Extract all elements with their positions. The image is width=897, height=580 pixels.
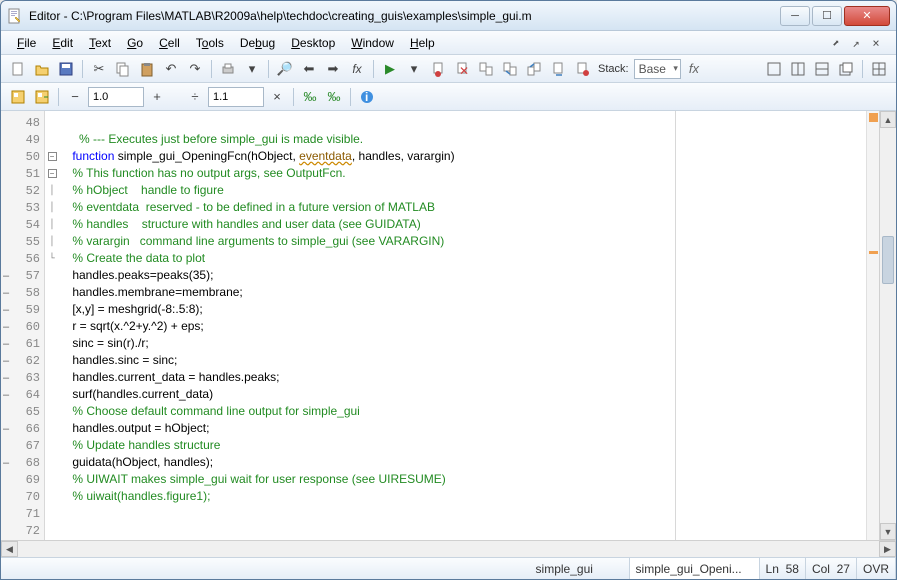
scroll-down-button[interactable]: ▼ [880,523,896,540]
scroll-left-button[interactable]: ◀ [1,541,18,557]
status-line: Ln 58 [760,558,806,579]
menu-desktop[interactable]: Desktop [283,33,343,53]
cut-button[interactable]: ✂ [88,58,110,80]
open-file-button[interactable] [31,58,53,80]
analyzer-marker[interactable] [869,251,878,254]
layout-single-icon[interactable] [763,58,785,80]
menu-tools[interactable]: Tools [188,33,232,53]
cell-eval-button[interactable] [7,86,29,108]
analyzer-summary-icon[interactable] [869,113,878,122]
layout-float-icon[interactable] [835,58,857,80]
status-col: Col 27 [806,558,857,579]
menu-edit[interactable]: Edit [44,33,81,53]
menu-window[interactable]: Window [343,33,402,53]
menu-go[interactable]: Go [119,33,151,53]
statusbar: simple_gui simple_gui_Openi... Ln 58 Col… [1,557,896,579]
run-dropdown[interactable]: ▾ [403,58,425,80]
cell-insert-button[interactable]: ‰ [299,86,321,108]
new-file-button[interactable] [7,58,29,80]
dock-icon[interactable]: ⬈ [828,36,844,50]
close-panel-icon[interactable]: × [868,36,884,50]
menu-debug[interactable]: Debug [232,33,283,53]
svg-text:i: i [365,90,368,104]
continue-button[interactable] [547,58,569,80]
right-margin-ruler [675,111,676,540]
line-number-gutter[interactable]: 48495051525354555657–58–59–60–61–62–63–6… [1,111,45,540]
app-icon [7,8,23,24]
layout-grid-icon[interactable] [868,58,890,80]
undock-icon[interactable]: ↗ [848,36,864,50]
redo-button[interactable]: ↷ [184,58,206,80]
print-dropdown[interactable]: ▾ [241,58,263,80]
stack-combo[interactable]: Base [634,59,681,79]
status-tab-1[interactable]: simple_gui [530,558,630,579]
vertical-scrollbar[interactable]: ▲ ▼ [879,111,896,540]
cell-toolbar: − + ÷ × ‰ ‰ i [1,83,896,111]
decrement-button[interactable]: − [64,86,86,108]
minimize-button[interactable]: ─ [780,6,810,26]
titlebar[interactable]: Editor - C:\Program Files\MATLAB\R2009a\… [1,1,896,31]
step-out-button[interactable] [523,58,545,80]
menu-help[interactable]: Help [402,33,443,53]
layout-vsplit-icon[interactable] [811,58,833,80]
scroll-h-track[interactable] [18,541,879,557]
scroll-thumb[interactable] [882,236,894,284]
scroll-right-button[interactable]: ▶ [879,541,896,557]
nav-back-button[interactable]: ⬅ [298,58,320,80]
scroll-up-button[interactable]: ▲ [880,111,896,128]
step-in-button[interactable] [499,58,521,80]
stack-label: Stack: [595,63,632,75]
menu-cell[interactable]: Cell [151,33,188,53]
scroll-track[interactable] [880,128,896,523]
breakpoint-set-button[interactable] [427,58,449,80]
menubar: FileEditTextGoCellToolsDebugDesktopWindo… [1,31,896,55]
main-toolbar: ✂ ↶ ↷ ▾ 🔎 ⬅ ➡ fx ▶ ▾ ✕ Stack: Base fx [1,55,896,83]
increment-button[interactable]: + [146,86,168,108]
copy-button[interactable] [112,58,134,80]
maximize-button[interactable]: ☐ [812,6,842,26]
status-tab-2[interactable]: simple_gui_Openi... [630,558,760,579]
editor-area: 48495051525354555657–58–59–60–61–62–63–6… [1,111,896,540]
editor-window: Editor - C:\Program Files\MATLAB\R2009a\… [0,0,897,580]
fold-column[interactable]: −−││││└ [45,111,59,540]
save-button[interactable] [55,58,77,80]
layout-hsplit-icon[interactable] [787,58,809,80]
code-analyzer-bar[interactable] [866,111,879,540]
cell-insert2-button[interactable]: ‰ [323,86,345,108]
menu-file[interactable]: File [9,33,44,53]
horizontal-scrollbar[interactable]: ◀ ▶ [1,540,896,557]
nav-forward-button[interactable]: ➡ [322,58,344,80]
undo-button[interactable]: ↶ [160,58,182,80]
increment-value-2[interactable] [208,87,264,107]
multiply-button[interactable]: × [266,86,288,108]
window-title: Editor - C:\Program Files\MATLAB\R2009a\… [29,9,778,23]
divide-button[interactable]: ÷ [184,86,206,108]
info-button[interactable]: i [356,86,378,108]
status-mode: OVR [857,558,896,579]
increment-value-1[interactable] [88,87,144,107]
window-buttons: ─ ☐ ✕ [778,6,890,26]
cell-eval-advance-button[interactable] [31,86,53,108]
print-button[interactable] [217,58,239,80]
close-button[interactable]: ✕ [844,6,890,26]
find-button[interactable]: 🔎 [274,58,296,80]
fx-insert-button[interactable]: fx [346,58,368,80]
svg-text:✕: ✕ [459,64,469,77]
run-button[interactable]: ▶ [379,58,401,80]
breakpoint-clear-button[interactable]: ✕ [451,58,473,80]
step-button[interactable] [475,58,497,80]
code-view[interactable]: % --- Executes just before simple_gui is… [59,111,866,540]
menu-text[interactable]: Text [81,33,119,53]
exit-debug-button[interactable] [571,58,593,80]
paste-button[interactable] [136,58,158,80]
fx-button[interactable]: fx [683,58,705,80]
